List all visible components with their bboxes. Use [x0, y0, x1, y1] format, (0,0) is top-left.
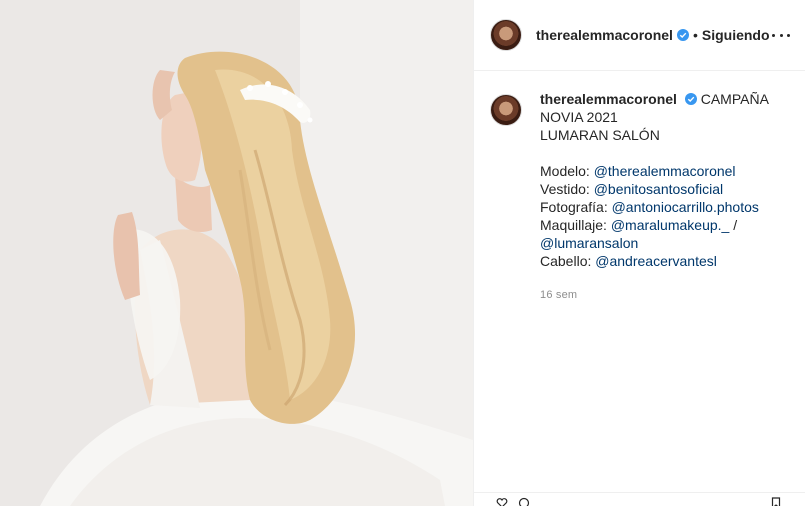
- mention-link[interactable]: @andreacervantesl: [595, 253, 717, 269]
- header-username[interactable]: therealemmacoronel: [536, 27, 673, 43]
- bookmark-icon[interactable]: [770, 497, 782, 506]
- mention-link[interactable]: @lumaransalon: [540, 235, 638, 251]
- post-header: therealemmacoronel • Siguiendo: [474, 0, 805, 71]
- credit-suffix: /: [729, 217, 738, 233]
- bride-photo: [0, 0, 473, 506]
- verified-badge-icon: [684, 93, 697, 105]
- action-bar: [474, 492, 805, 506]
- post-sidebar: therealemmacoronel • Siguiendo therealem…: [473, 0, 805, 506]
- post-image[interactable]: [0, 0, 473, 506]
- mention-link[interactable]: @therealemmacoronel: [594, 163, 736, 179]
- heart-icon[interactable]: [496, 497, 508, 506]
- caption-avatar[interactable]: [490, 94, 522, 126]
- credit-label: Vestido:: [540, 181, 594, 197]
- following-button[interactable]: Siguiendo: [702, 27, 770, 43]
- post-timestamp[interactable]: 16 sem: [540, 286, 790, 304]
- caption-username[interactable]: therealemmacoronel: [540, 91, 677, 107]
- credit-label: Maquillaje:: [540, 217, 611, 233]
- caption-body: therealemmacoronel CAMPAÑA NOVIA 2021 LU…: [540, 90, 790, 304]
- credit-label: Cabello:: [540, 253, 596, 269]
- credit-line: Modelo: @therealemmacoronel: [540, 162, 790, 180]
- post-caption: therealemmacoronel CAMPAÑA NOVIA 2021 LU…: [490, 90, 790, 304]
- credit-line: @lumaransalon: [540, 234, 790, 252]
- credit-line: Fotografía: @antoniocarrillo.photos: [540, 198, 790, 216]
- credit-line: Cabello: @andreacervantesl: [540, 252, 790, 270]
- mention-link[interactable]: @benitosantosoficial: [594, 181, 723, 197]
- more-options-icon[interactable]: [772, 26, 790, 44]
- credit-line: Maquillaje: @maralumakeup._ /: [540, 216, 790, 234]
- credit-line: Vestido: @benitosantosoficial: [540, 180, 790, 198]
- verified-badge-icon: [676, 29, 689, 41]
- header-separator: •: [692, 27, 698, 43]
- comment-icon[interactable]: [518, 497, 530, 506]
- instagram-post: therealemmacoronel • Siguiendo therealem…: [0, 0, 805, 506]
- mention-link[interactable]: @antoniocarrillo.photos: [612, 199, 759, 215]
- mention-link[interactable]: @maralumakeup._: [611, 217, 730, 233]
- credit-label: Modelo:: [540, 163, 594, 179]
- credit-label: Fotografía:: [540, 199, 612, 215]
- caption-headline: therealemmacoronel CAMPAÑA NOVIA 2021: [540, 90, 790, 126]
- avatar[interactable]: [490, 19, 522, 51]
- caption-line2: LUMARAN SALÓN: [540, 127, 660, 143]
